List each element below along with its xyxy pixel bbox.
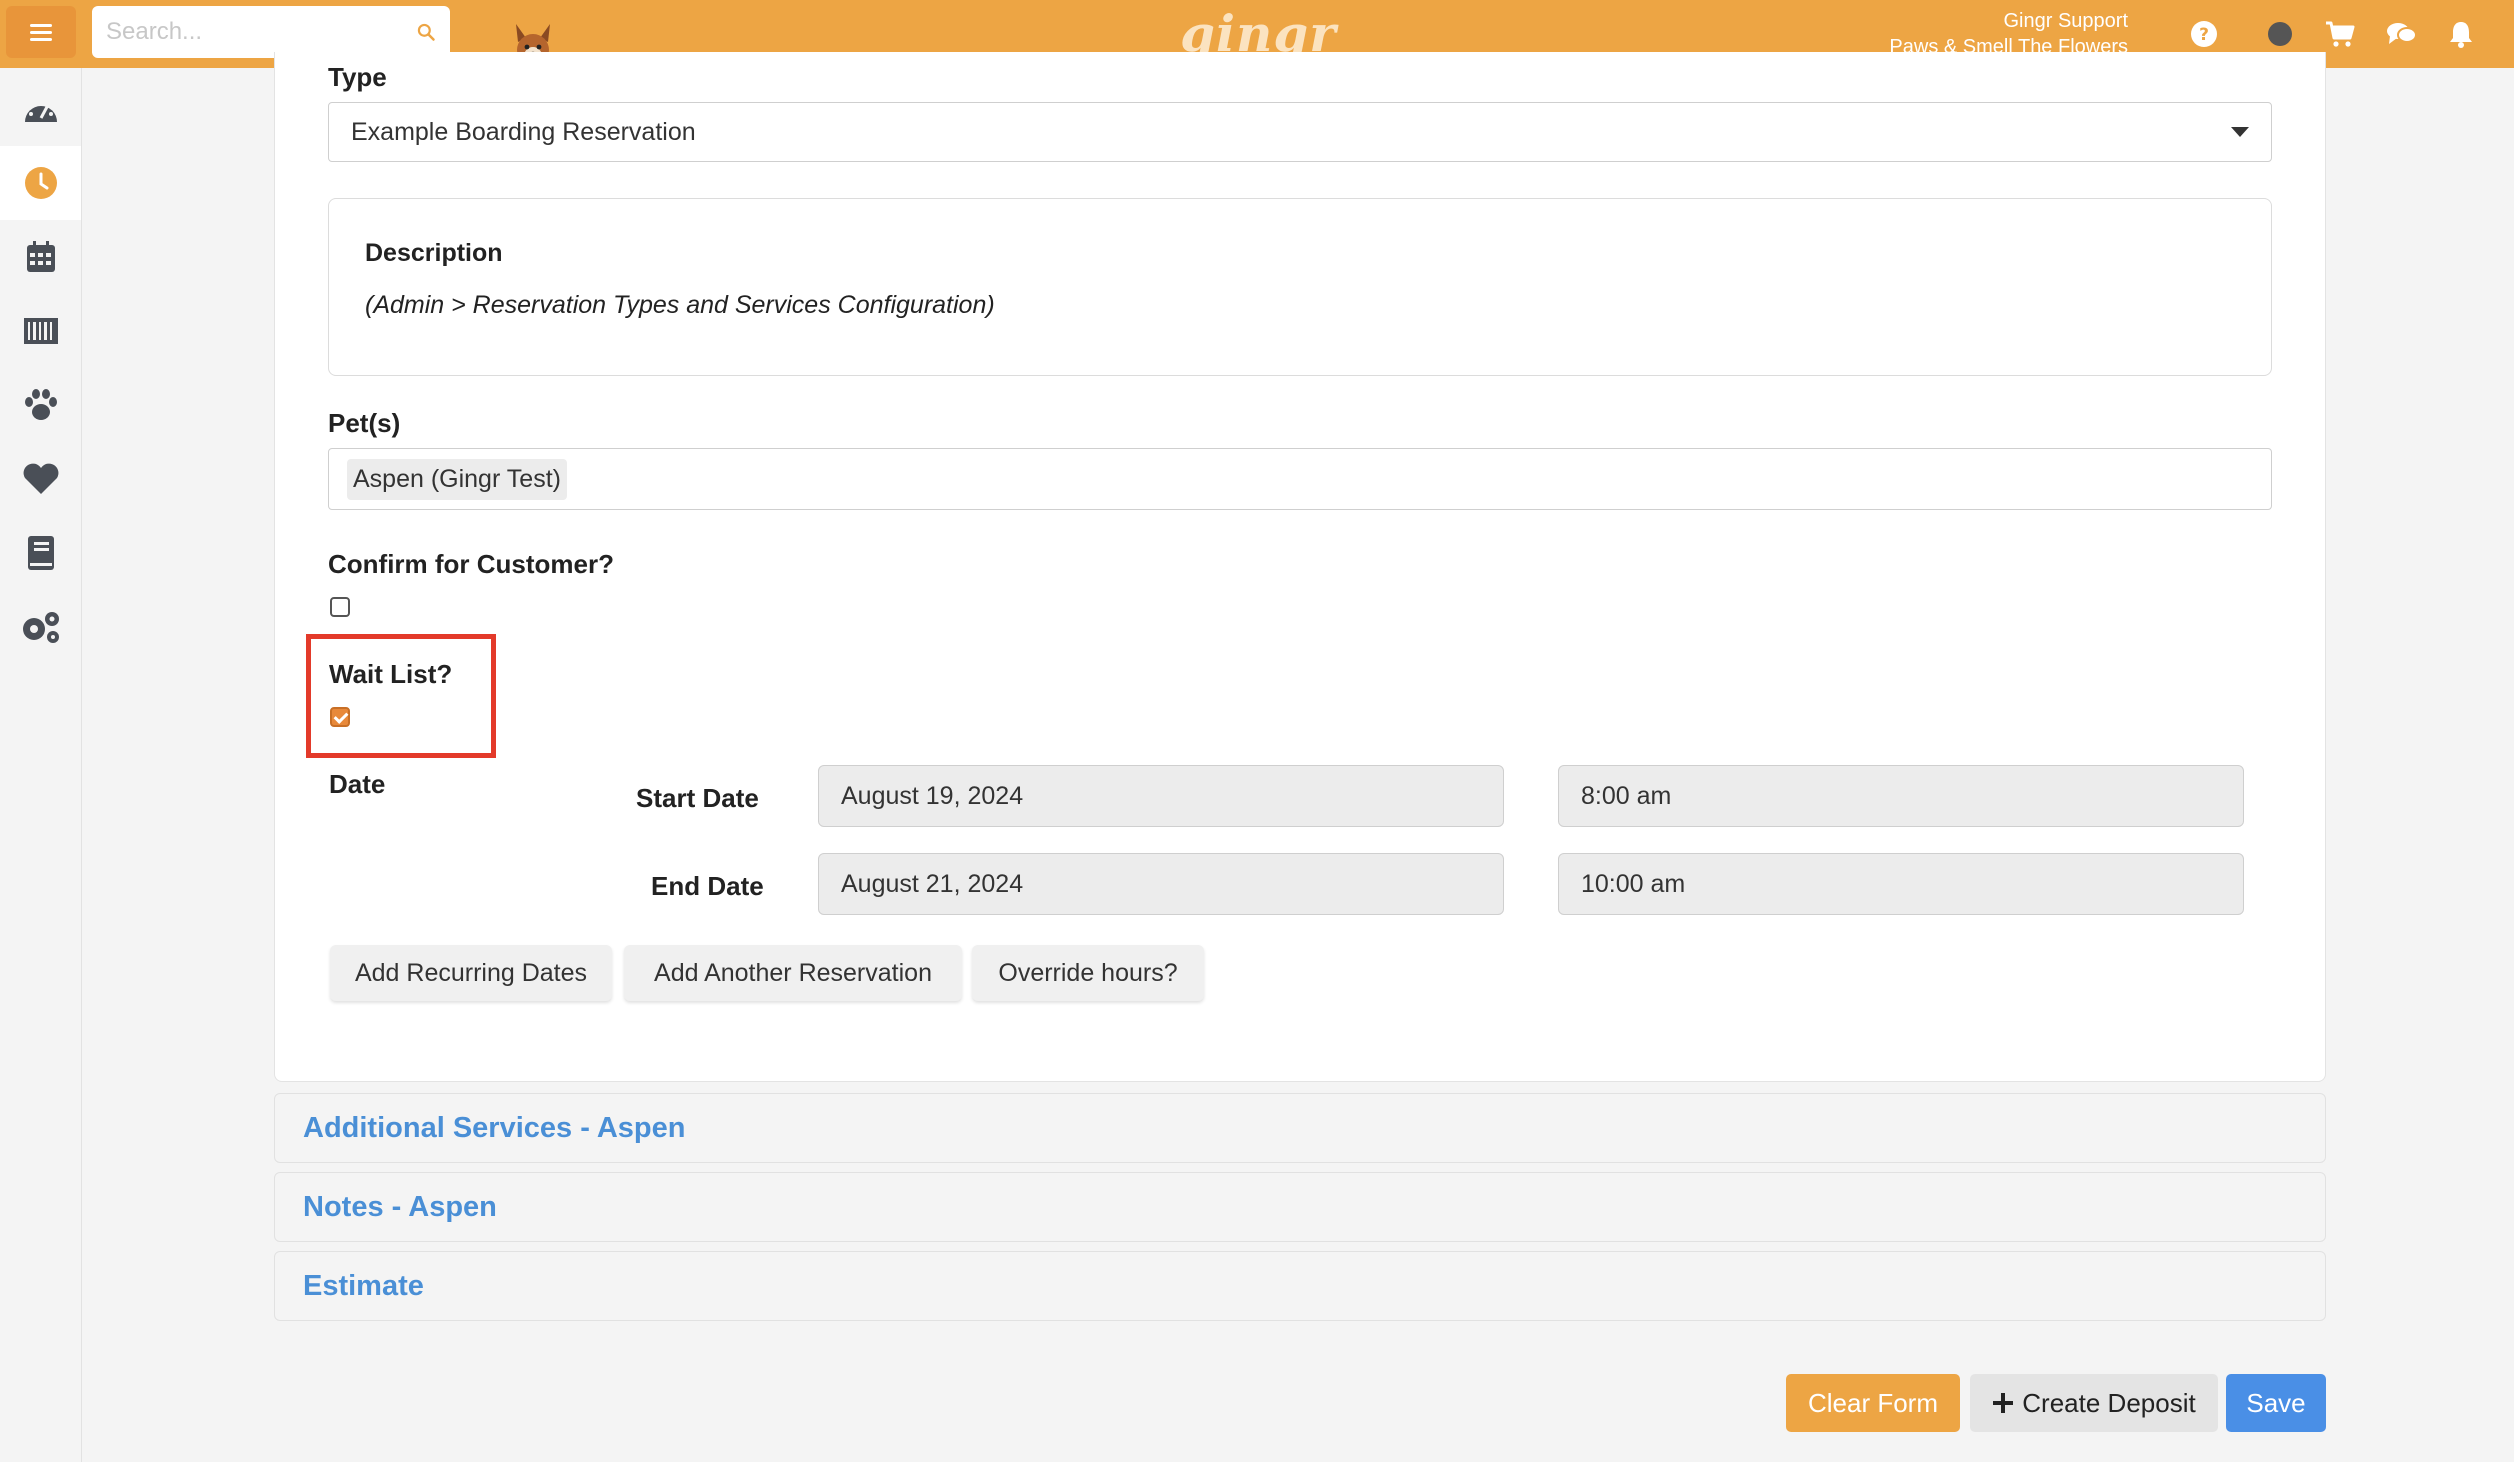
top-icons: ? [2190, 14, 2474, 54]
pet-tag[interactable]: Aspen (Gingr Test) [347, 458, 567, 500]
accordion-estimate[interactable]: Estimate [274, 1251, 2326, 1321]
description-box: Description (Admin > Reservation Types a… [328, 198, 2272, 376]
calendar-icon [26, 241, 55, 272]
highlight-annotation-box [306, 634, 496, 758]
heart-icon [23, 463, 58, 494]
confirm-label: Confirm for Customer? [328, 549, 614, 579]
search-icon[interactable] [416, 17, 436, 47]
accordion-notes[interactable]: Notes - Aspen [274, 1172, 2326, 1242]
clear-form-button[interactable]: Clear Form [1786, 1374, 1960, 1432]
sidebar-item-barcode[interactable] [0, 294, 81, 368]
gears-icon [22, 612, 59, 643]
waitlist-checkbox[interactable] [330, 707, 350, 727]
type-label: Type [328, 62, 387, 92]
end-date-input[interactable]: August 21, 2024 [818, 853, 1504, 915]
accordion-title: Estimate [303, 1269, 424, 1302]
date-label: Date [329, 769, 386, 799]
sidebar-item-favorites[interactable] [0, 442, 81, 516]
start-date-label: Start Date [636, 783, 759, 813]
add-recurring-dates-button[interactable]: Add Recurring Dates [330, 945, 612, 1001]
start-date-input[interactable]: August 19, 2024 [818, 765, 1504, 827]
add-another-reservation-button[interactable]: Add Another Reservation [624, 945, 962, 1001]
type-select[interactable]: Example Boarding Reservation [328, 102, 2272, 162]
barcode-icon [23, 318, 58, 344]
confirm-checkbox[interactable] [330, 597, 350, 617]
paw-icon [24, 389, 57, 420]
book-icon [27, 536, 54, 570]
help-icon[interactable]: ? [2190, 20, 2218, 48]
save-button[interactable]: Save [2226, 1374, 2326, 1432]
waitlist-label: Wait List? [329, 659, 453, 689]
override-hours-button[interactable]: Override hours? [972, 945, 1204, 1001]
svg-text:?: ? [2199, 25, 2209, 45]
pets-field[interactable]: Aspen (Gingr Test) [328, 448, 2272, 510]
start-time-input[interactable]: 8:00 am [1558, 765, 2244, 827]
chat-icon[interactable] [2386, 20, 2418, 48]
description-title: Description [365, 239, 503, 267]
create-deposit-button[interactable]: Create Deposit [1970, 1374, 2218, 1432]
accordion-title: Notes - Aspen [303, 1190, 497, 1223]
sidebar [0, 68, 82, 1462]
sidebar-item-admin[interactable] [0, 590, 81, 664]
accordion-title: Additional Services - Aspen [303, 1111, 686, 1144]
bell-icon[interactable] [2448, 20, 2474, 48]
caret-down-icon [2231, 127, 2249, 137]
description-text: (Admin > Reservation Types and Services … [365, 291, 995, 319]
cart-icon[interactable] [2324, 20, 2356, 48]
hamburger-menu-button[interactable] [6, 6, 76, 58]
type-select-value: Example Boarding Reservation [351, 117, 696, 146]
plus-icon [1993, 1393, 2014, 1413]
create-deposit-label: Create Deposit [2022, 1387, 2196, 1418]
sidebar-item-calendar[interactable] [0, 220, 81, 294]
pets-label: Pet(s) [328, 408, 401, 438]
accordion-additional-services[interactable]: Additional Services - Aspen [274, 1093, 2326, 1163]
sidebar-item-reservations[interactable] [0, 146, 81, 220]
hamburger-icon [30, 20, 52, 45]
sidebar-item-dashboard[interactable] [0, 72, 81, 146]
search-input[interactable] [106, 18, 416, 46]
end-time-input[interactable]: 10:00 am [1558, 853, 2244, 915]
end-date-label: End Date [651, 871, 764, 901]
search-box [92, 6, 450, 58]
sidebar-item-pets[interactable] [0, 368, 81, 442]
user-name: Gingr Support [2003, 10, 2128, 32]
status-dot-icon[interactable] [2266, 20, 2294, 48]
clock-icon [24, 167, 57, 199]
dashboard-icon [24, 98, 57, 122]
sidebar-item-reports[interactable] [0, 516, 81, 590]
